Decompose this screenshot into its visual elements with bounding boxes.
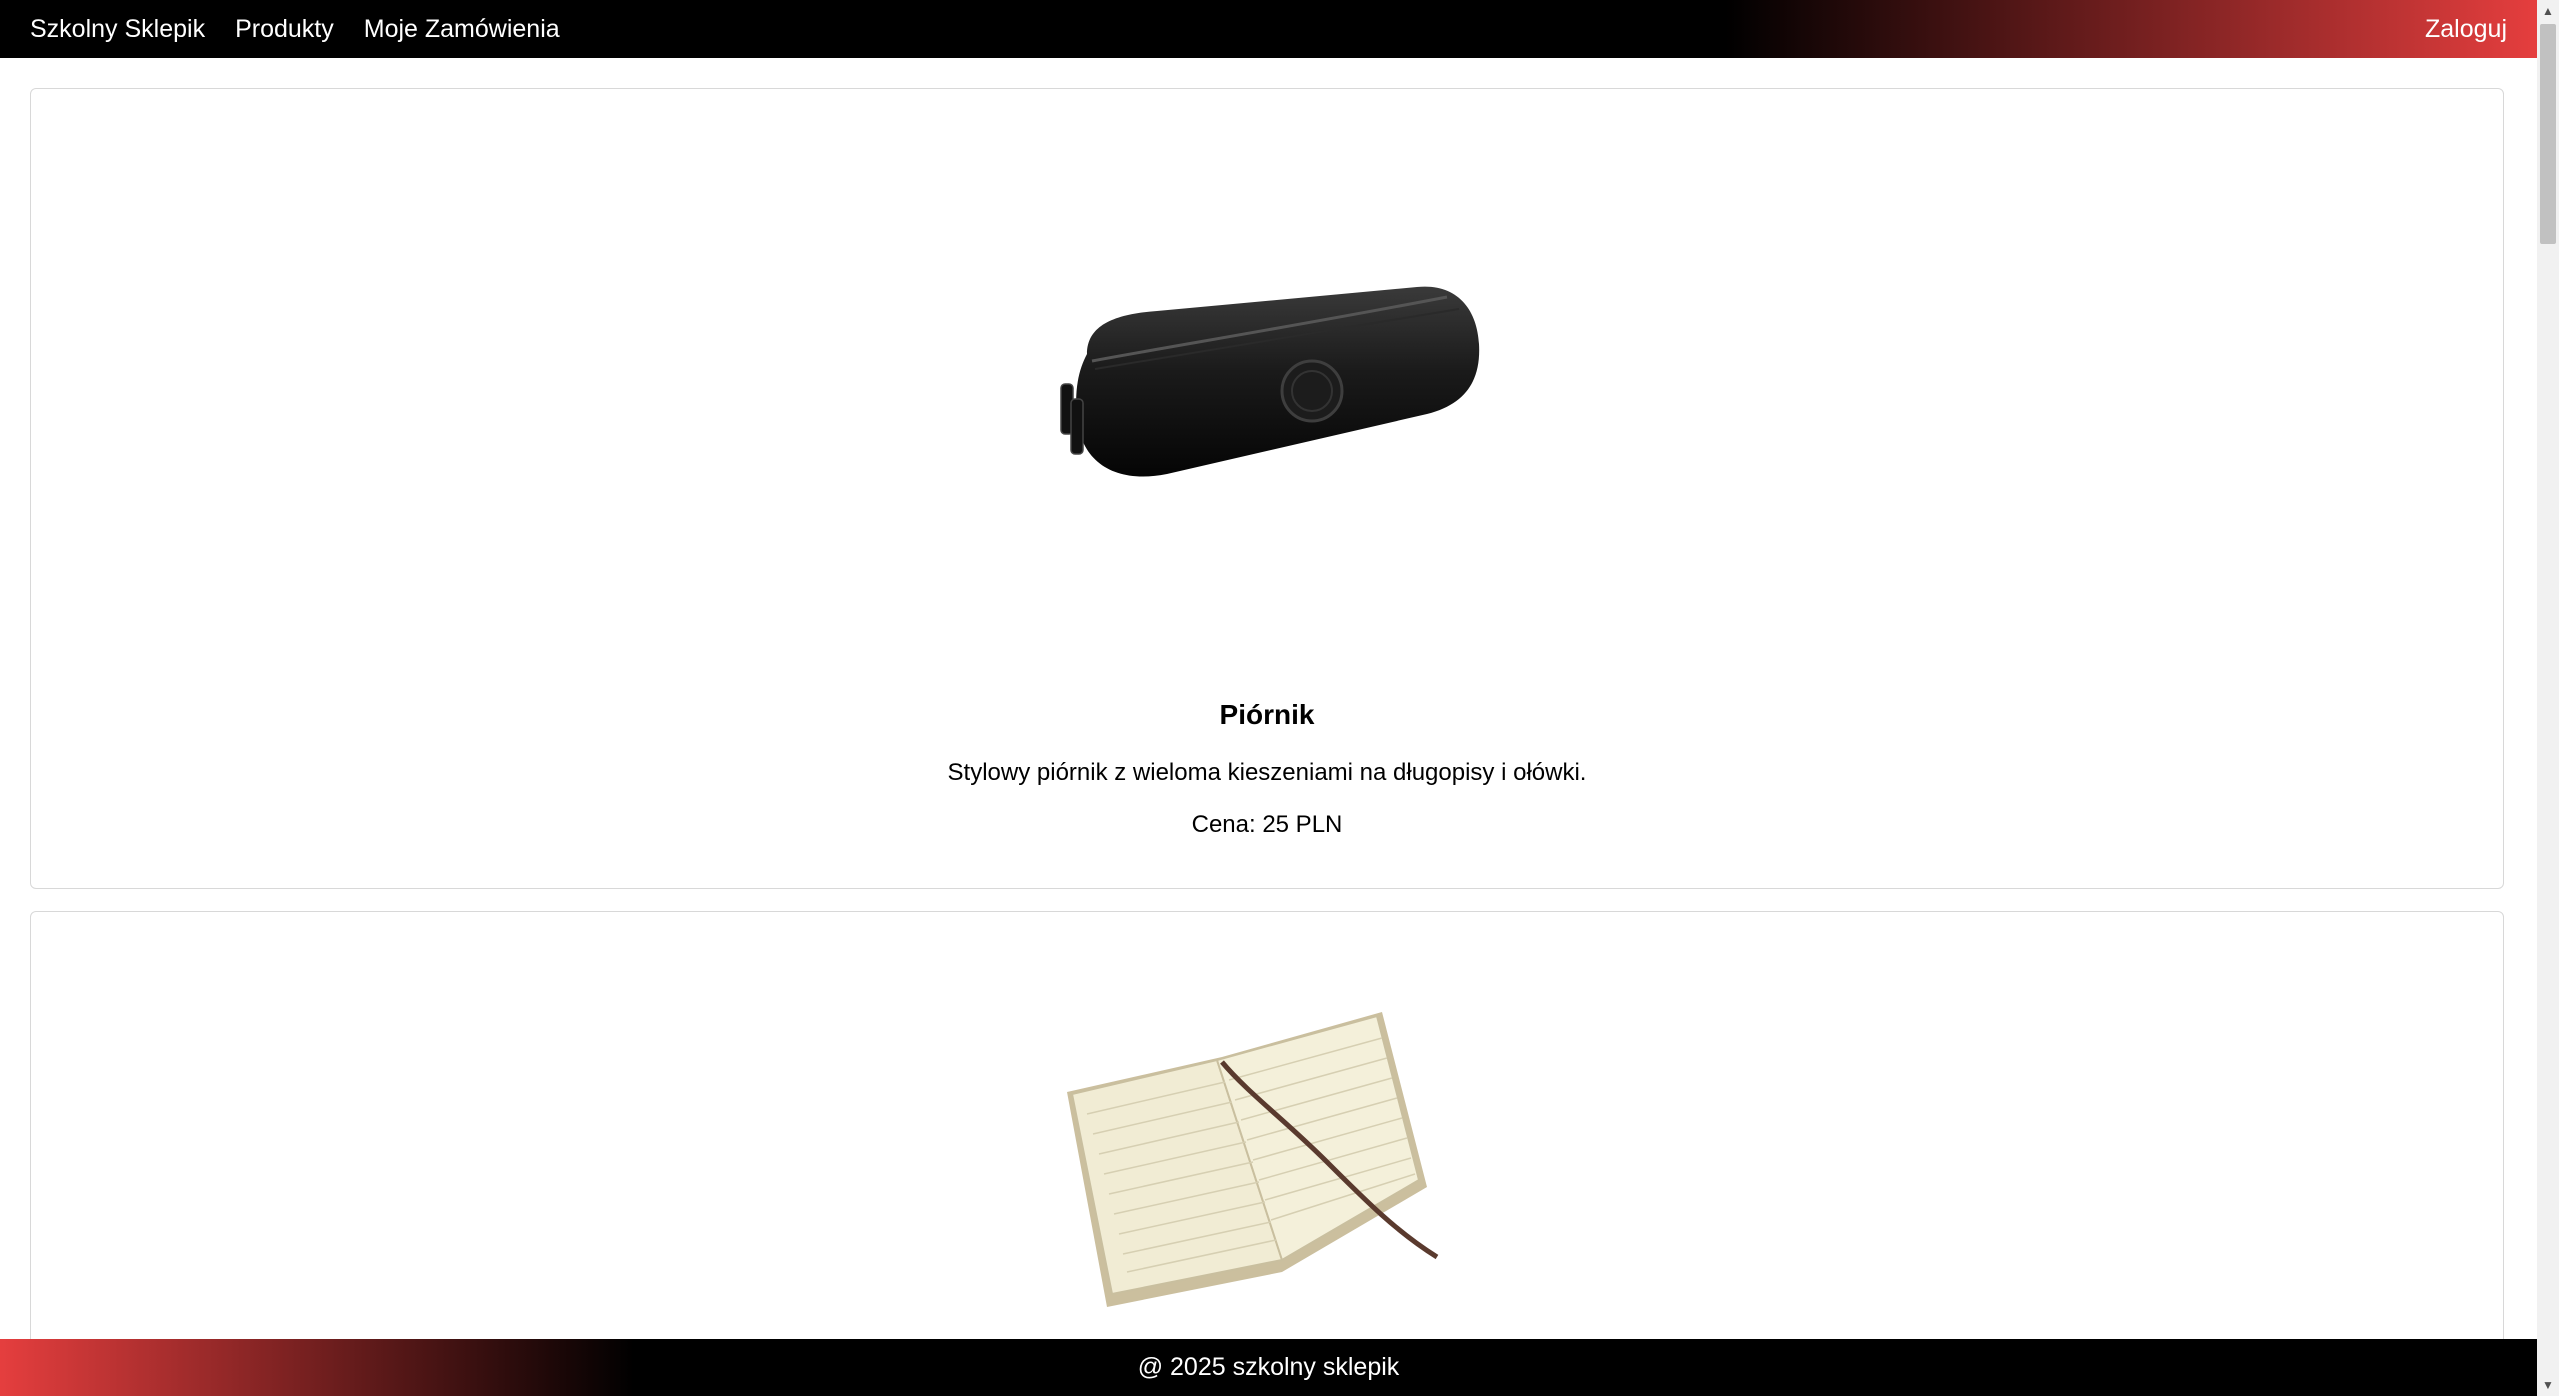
product-list: Piórnik Stylowy piórnik z wieloma kiesze… xyxy=(0,58,2537,1339)
notebook-image xyxy=(1067,1012,1439,1307)
login-link[interactable]: Zaloguj xyxy=(2425,15,2507,44)
scroll-down-arrow-icon[interactable]: ▼ xyxy=(2537,1374,2559,1396)
page: Szkolny Sklepik Produkty Moje Zamówienia… xyxy=(0,0,2559,1396)
nav-brand-link[interactable]: Szkolny Sklepik xyxy=(30,15,205,44)
footer: @ 2025 szkolny sklepik xyxy=(0,1339,2537,1396)
product-image xyxy=(31,1002,2503,1322)
vertical-scrollbar[interactable]: ▲ ▼ xyxy=(2537,0,2559,1396)
top-navbar: Szkolny Sklepik Produkty Moje Zamówienia… xyxy=(0,0,2537,58)
scrollbar-thumb[interactable] xyxy=(2540,24,2556,244)
scroll-up-arrow-icon[interactable]: ▲ xyxy=(2537,0,2559,22)
nav-link-my-orders[interactable]: Moje Zamówienia xyxy=(364,15,560,44)
product-image xyxy=(31,269,2503,499)
nav-link-products[interactable]: Produkty xyxy=(235,15,334,44)
product-card: Piórnik Stylowy piórnik z wieloma kiesze… xyxy=(30,88,2504,889)
product-price: Cena: 25 PLN xyxy=(1191,811,1343,838)
product-name: Piórnik xyxy=(1219,699,1315,730)
pencil-case-image xyxy=(1060,286,1480,477)
product-card xyxy=(30,911,2504,1339)
footer-copyright: @ 2025 szkolny sklepik xyxy=(1137,1353,1400,1381)
product-description: Stylowy piórnik z wieloma kieszeniami na… xyxy=(947,759,1587,786)
